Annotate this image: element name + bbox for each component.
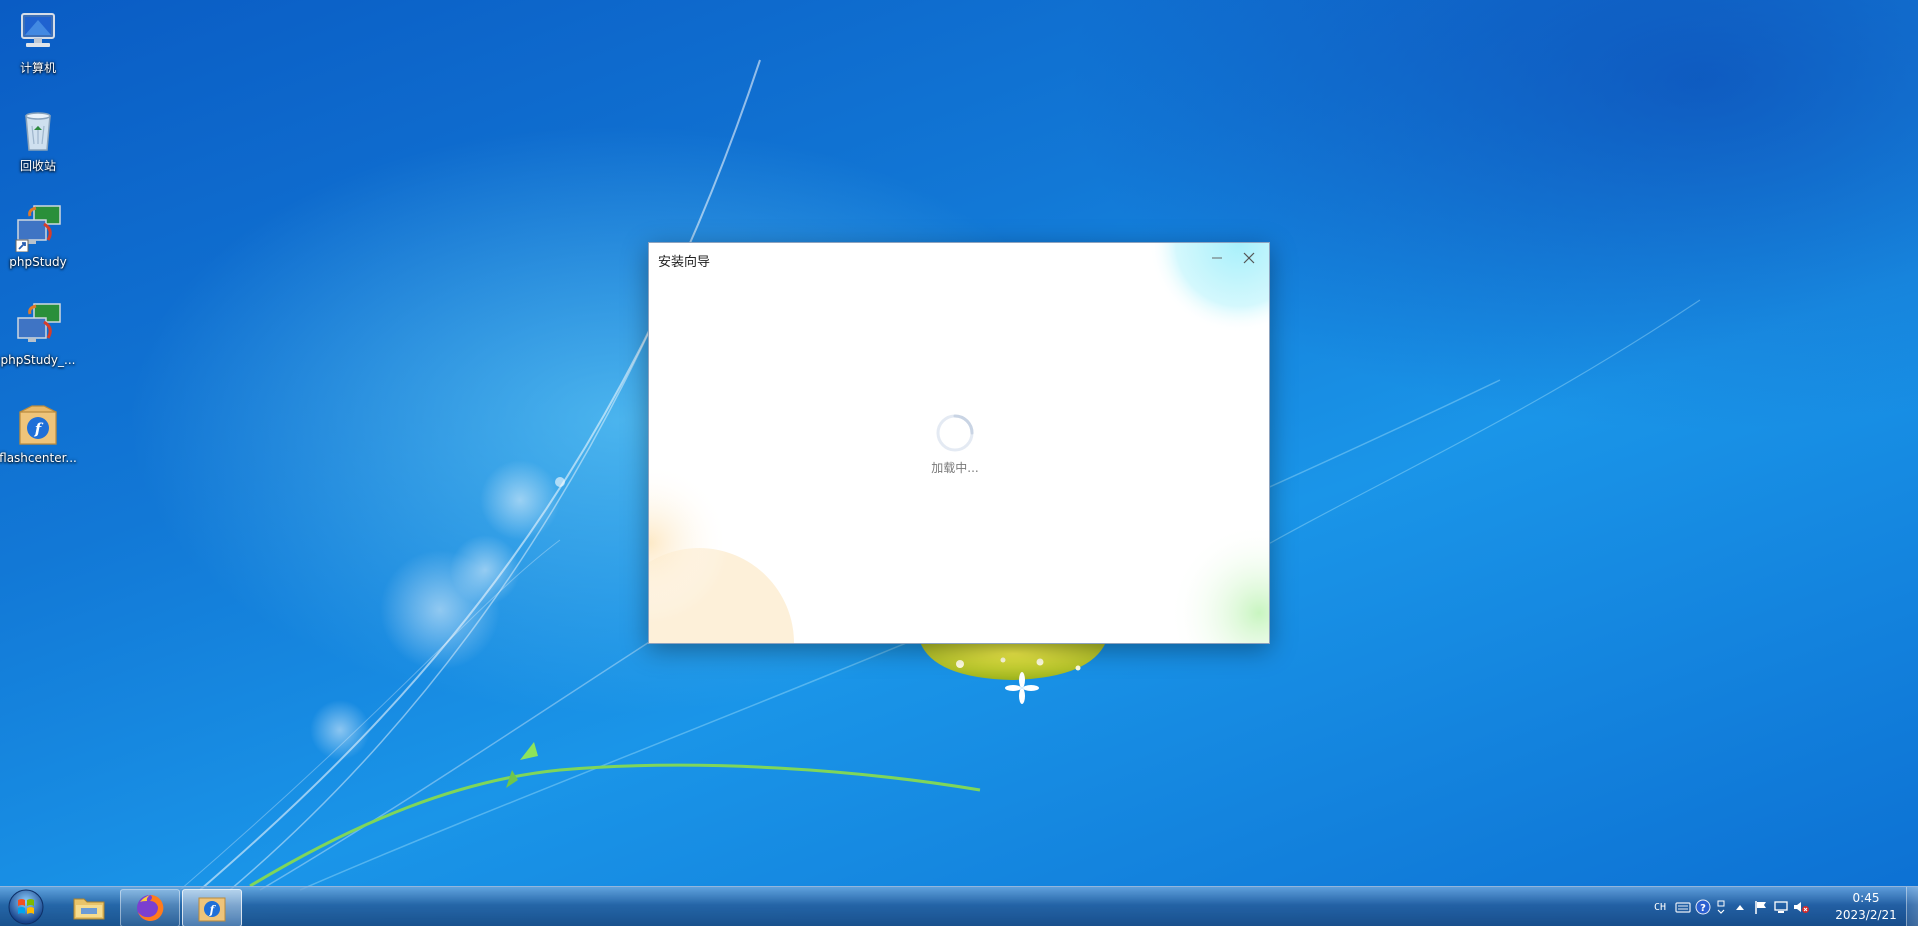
show-hidden-icons-arrow[interactable] — [1732, 897, 1748, 917]
desktop-icon-label: 回收站 — [19, 159, 56, 173]
desktop-icon-label: phpStudy — [9, 255, 67, 269]
minimize-icon — [1212, 257, 1222, 259]
desktop-icon-label: flashcenter... — [0, 451, 77, 465]
taskbar-firefox-button[interactable] — [120, 889, 180, 926]
language-indicator[interactable]: CH — [1648, 897, 1672, 917]
window-title: 安装向导 — [658, 255, 711, 270]
keyboard-icon[interactable] — [1674, 897, 1692, 917]
taskbar: f CH ? 0:45 2023/2/21 — [0, 886, 1918, 926]
installer-window: 安装向导 加载中... — [648, 242, 1270, 644]
phpstudy-icon — [17, 303, 61, 342]
desktop-icon-computer[interactable]: 计算机 — [0, 8, 76, 76]
flashcenter-installer-icon: f — [19, 405, 57, 445]
desktop-icon-phpstudy-2[interactable]: phpStudy_... — [0, 302, 76, 367]
folder-icon — [73, 898, 105, 920]
recycle-bin-icon — [25, 112, 51, 151]
network-icon[interactable] — [1772, 897, 1790, 917]
taskbar-explorer-button[interactable] — [60, 889, 118, 925]
loading-text: 加载中... — [931, 461, 979, 475]
firefox-icon — [137, 894, 164, 921]
show-desktop-button[interactable] — [1906, 887, 1918, 926]
windows-start-icon — [8, 889, 44, 925]
svg-text:?: ? — [1700, 903, 1706, 914]
desktop-icon-recycle-bin[interactable]: 回收站 — [0, 106, 76, 174]
desktop-icon-label: 计算机 — [19, 61, 56, 75]
action-center-flag-icon[interactable] — [1752, 897, 1770, 917]
minimize-button[interactable] — [1201, 245, 1233, 271]
close-icon — [1243, 252, 1255, 264]
desktop-icon-flashcenter[interactable]: f flashcenter... — [0, 400, 77, 465]
taskbar-flashcenter-button[interactable]: f — [182, 889, 242, 926]
volume-muted-icon[interactable] — [1792, 897, 1810, 917]
clock-date: 2023/2/21 — [1835, 908, 1897, 922]
desktop: 计算机 回收站 phpStudy phpStudy_... f flashcen… — [0, 0, 1918, 926]
help-icon[interactable]: ? — [1694, 897, 1712, 917]
computer-icon — [21, 13, 55, 47]
desktop-icon-label: phpStudy_... — [0, 353, 76, 367]
flashcenter-icon: f — [198, 897, 226, 922]
clock[interactable]: 0:45 2023/2/21 — [1826, 890, 1906, 924]
ime-icon[interactable] — [1714, 897, 1728, 917]
clock-time: 0:45 — [1852, 891, 1880, 905]
loading-spinner-icon — [936, 414, 974, 452]
start-button[interactable] — [4, 888, 48, 926]
close-button[interactable] — [1233, 245, 1265, 271]
desktop-icon-phpstudy[interactable]: phpStudy — [0, 204, 76, 269]
phpstudy-shortcut-icon — [15, 205, 61, 252]
